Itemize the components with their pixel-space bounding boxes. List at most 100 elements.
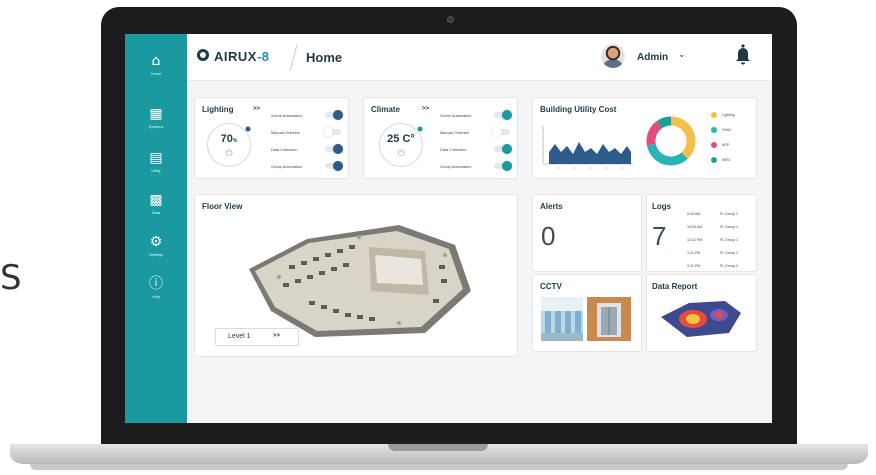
log-group: FL Group 2 [720, 264, 739, 268]
control-label: Group Automation [440, 164, 472, 169]
sidebar-item-systems[interactable]: ▦ Systems [125, 106, 187, 130]
sidebar-item-data[interactable]: ▩ Data [125, 192, 187, 216]
systems-icon: ▦ [149, 106, 163, 122]
power-icon[interactable]: ⏻ [379, 149, 423, 159]
legend-label: AEP [722, 143, 730, 147]
home-icon: ⌂ [151, 53, 161, 69]
legend-swatch-aep [711, 142, 717, 148]
cctv-title: CCTV [540, 282, 562, 291]
utility-donut-chart[interactable] [645, 115, 697, 167]
logs-count: 7 [652, 221, 667, 251]
group-automation-toggle[interactable] [325, 161, 343, 171]
legend-swatch-misc [711, 157, 717, 163]
heatmap-report-image[interactable] [659, 295, 743, 341]
logo-suffix: -8 [256, 49, 270, 64]
lighting-expand[interactable]: >> [253, 106, 260, 112]
control-label: Data Collection [440, 147, 467, 152]
dashboard-screen: ⌂ Home ▦ Systems ▤ Utility ▩ Data ⚙ Sett… [125, 34, 772, 423]
logo-prefix: AIRUX [214, 49, 257, 64]
sidebar-item-help[interactable]: ⓘ Help [125, 276, 187, 300]
data-collection-toggle[interactable] [325, 144, 343, 154]
sidebar-item-utility[interactable]: ▤ Utility [125, 150, 187, 174]
gauge-indicator-icon [417, 126, 423, 132]
app-logo[interactable]: AIRUX-8 [214, 49, 270, 64]
sidebar-item-label: Systems [148, 125, 164, 129]
cctv-card[interactable]: CCTV [532, 274, 642, 352]
chevron-down-icon[interactable]: ⌄ [678, 50, 686, 60]
lighting-value-number: 70 [220, 133, 233, 145]
laptop-foot [30, 464, 848, 470]
sidebar-item-label: Utility [151, 169, 161, 173]
stray-glyph: S [0, 258, 22, 298]
climate-value: 25 C° [387, 133, 415, 145]
log-group: FL Group 1 [720, 238, 739, 242]
laptop-notch [388, 444, 488, 451]
log-time: 12:22 PM [687, 238, 703, 242]
climate-expand[interactable]: >> [422, 106, 429, 112]
sidebar-item-home[interactable]: ⌂ Home [125, 53, 187, 77]
log-time: 3:31 PM [687, 264, 701, 268]
legend-swatch-lighting [711, 112, 717, 118]
control-label: Scene Automation [271, 113, 303, 118]
alerts-count: 0 [541, 221, 556, 251]
climate-title: Climate [371, 105, 400, 114]
climate-gauge[interactable] [379, 123, 423, 167]
sidebar-item-label: Home [150, 72, 162, 76]
lighting-unit: % [232, 138, 238, 144]
sidebar-item-settings[interactable]: ⚙ Settings [125, 234, 187, 258]
data-collection-toggle[interactable] [494, 144, 512, 154]
level-label: Level 1 [228, 333, 251, 340]
legend-label: MISC [722, 158, 731, 162]
help-icon: ⓘ [149, 276, 163, 292]
log-group: FL Group 1 [720, 225, 739, 229]
logs-card[interactable]: Logs 7 5:15 AM FL Group 2 10:00 AM FL Gr… [646, 194, 757, 272]
sidebar-item-label: Settings [149, 253, 163, 257]
log-time: 5:15 AM [687, 212, 701, 216]
legend-swatch-hvac [711, 127, 717, 133]
group-automation-toggle[interactable] [494, 161, 512, 171]
log-group: FL Group 2 [720, 212, 739, 216]
log-time: 1:41 PM [687, 251, 701, 255]
level-next[interactable]: >> [273, 333, 280, 339]
manual-override-toggle[interactable] [492, 127, 510, 137]
sidebar: ⌂ Home ▦ Systems ▤ Utility ▩ Data ⚙ Sett… [125, 34, 187, 423]
lighting-value: 70% [207, 133, 251, 145]
sidebar-item-label: Data [151, 211, 161, 215]
cctv-feed-elevator[interactable] [587, 297, 631, 341]
control-label: Scene Automation [440, 113, 472, 118]
alerts-card[interactable]: Alerts 0 [532, 194, 642, 272]
avatar[interactable] [601, 44, 625, 68]
log-group: FL Group 3 [720, 251, 739, 255]
scene-automation-toggle[interactable] [494, 110, 512, 120]
legend-label: HVAC [722, 128, 732, 132]
floor-plan-image[interactable] [249, 225, 489, 343]
power-icon[interactable]: ⏻ [207, 149, 251, 159]
settings-icon: ⚙ [149, 234, 163, 250]
sidebar-item-label: Help [152, 295, 160, 299]
legend-label: Lighting [722, 113, 735, 117]
utility-title: Building Utility Cost [540, 105, 617, 114]
alerts-title: Alerts [540, 202, 563, 211]
control-label: Manual Override [271, 130, 300, 135]
report-title: Data Report [652, 282, 698, 291]
floor-title: Floor View [202, 202, 243, 211]
lighting-gauge[interactable] [207, 123, 251, 167]
bell-icon[interactable] [735, 44, 751, 66]
logs-title: Logs [652, 202, 672, 211]
utility-area-chart[interactable] [539, 122, 635, 172]
lighting-card: Lighting >> 70% ⏻ Scene Automation Manua… [194, 97, 349, 179]
cctv-feed-lobby[interactable] [541, 297, 583, 341]
manual-override-toggle[interactable] [323, 127, 341, 137]
lighting-title: Lighting [202, 105, 234, 114]
level-selector[interactable]: Level 1 >> [215, 328, 299, 346]
user-name[interactable]: Admin [637, 52, 668, 63]
utility-cost-card: Building Utility Cost Lighting HVAC AEP … [532, 97, 757, 179]
scene-automation-toggle[interactable] [325, 110, 343, 120]
data-icon: ▩ [149, 192, 163, 208]
climate-card: Climate >> 25 C° ⏻ Scene Automation Manu… [363, 97, 518, 179]
control-label: Manual Override [440, 130, 469, 135]
control-label: Group Automation [271, 164, 303, 169]
gauge-indicator-icon [245, 126, 251, 132]
webcam-icon [447, 16, 454, 23]
data-report-card[interactable]: Data Report [646, 274, 757, 352]
